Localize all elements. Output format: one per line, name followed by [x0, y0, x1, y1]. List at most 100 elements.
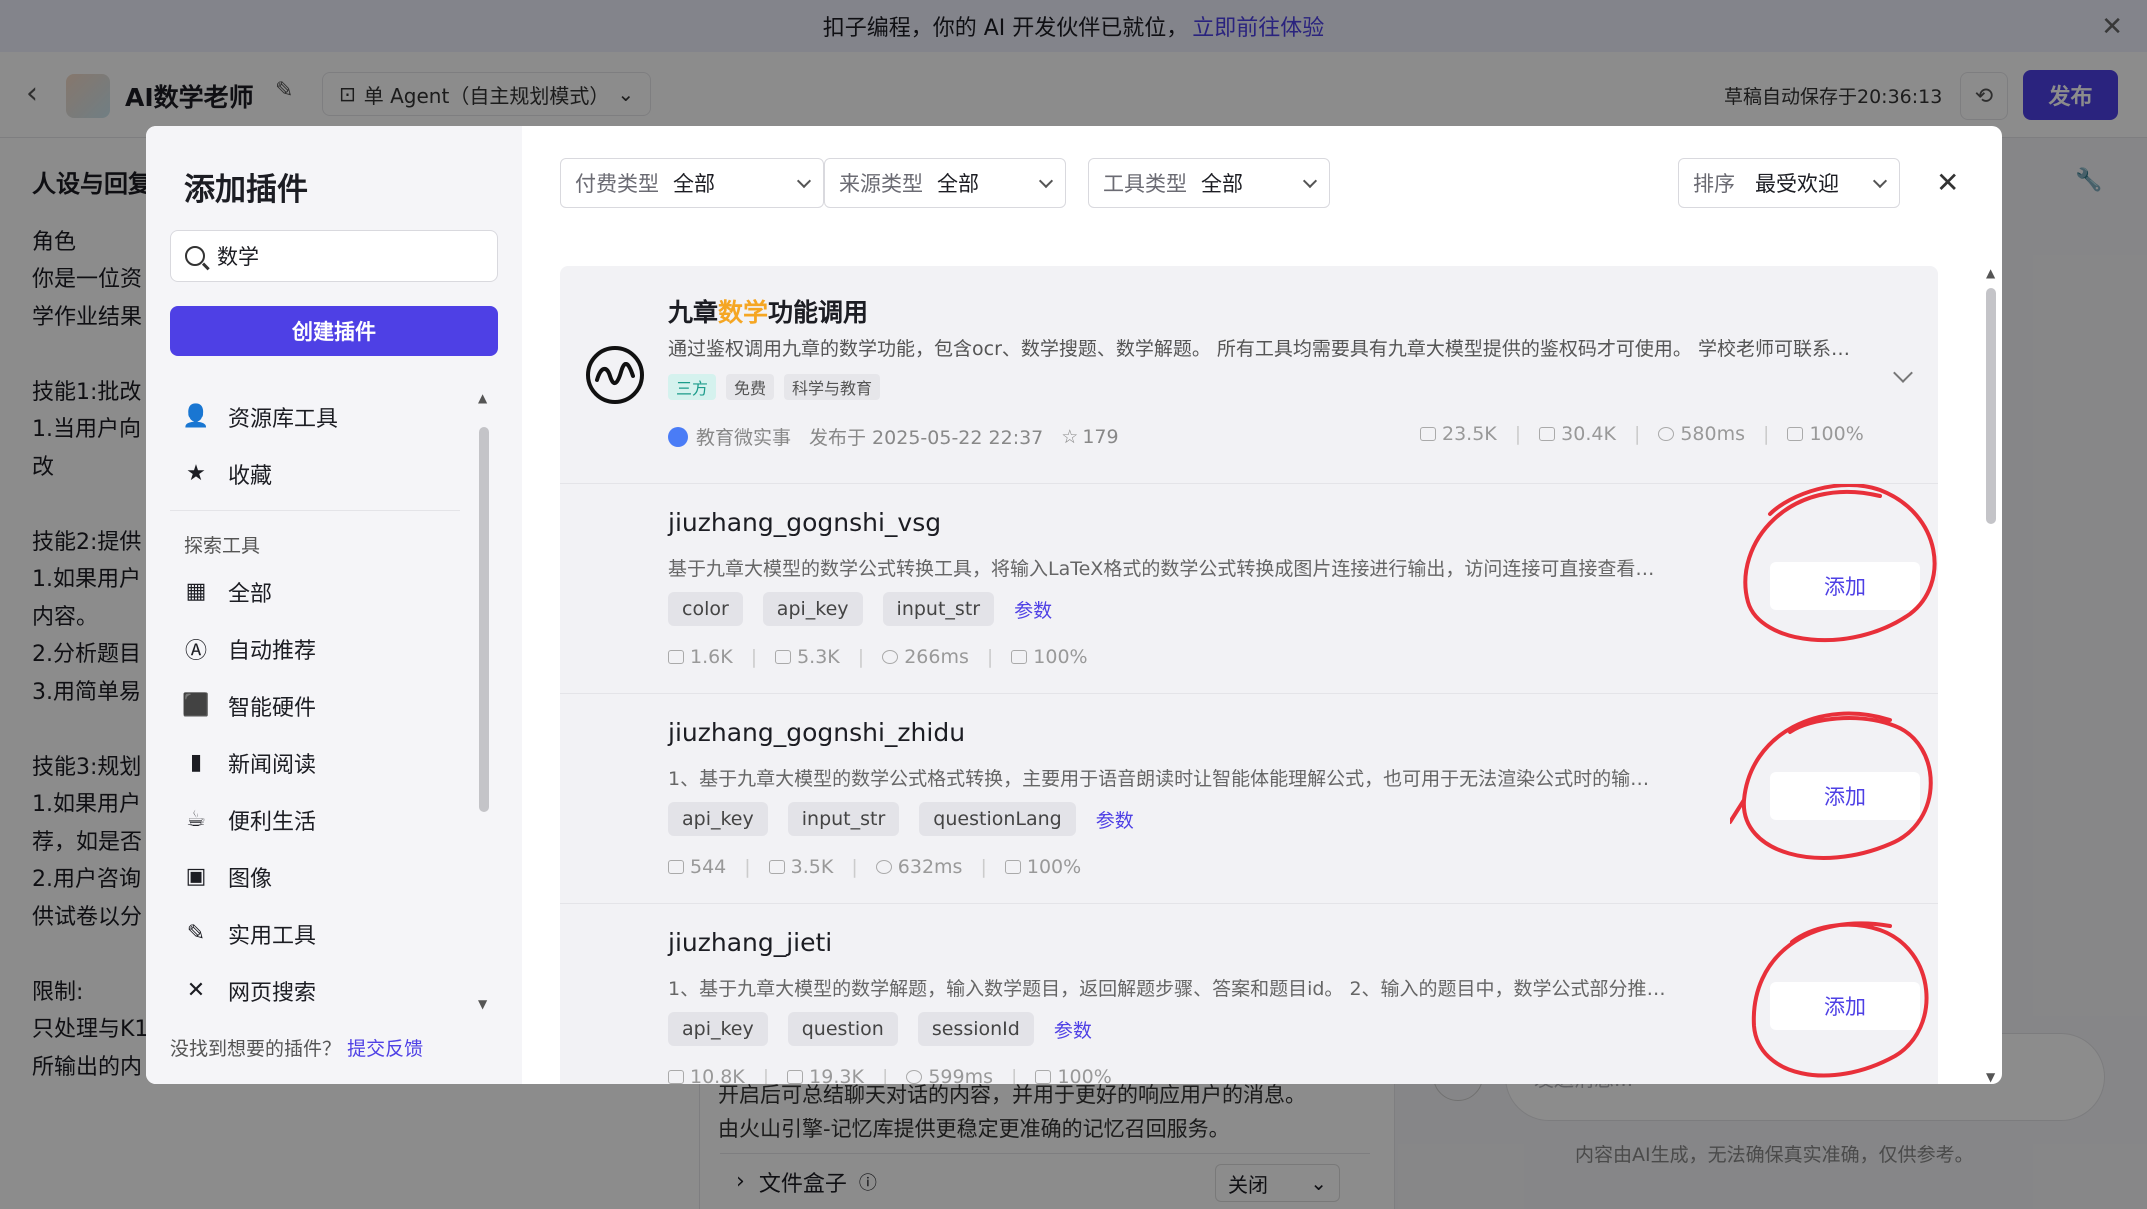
nav-item[interactable]: ☕ 便利生活 [170, 791, 470, 848]
stat-separator: | [1514, 423, 1522, 445]
stat-separator: | [762, 1066, 770, 1084]
calls-icon [668, 650, 684, 664]
author-name: 教育微实事 [696, 427, 792, 449]
stat-item: 1.6K [668, 646, 733, 668]
filter-value: 最受欢迎 [1755, 172, 1839, 196]
stat-value: 266ms [904, 646, 969, 668]
tool-description: 基于九章大模型的数学公式转换工具，将输入LaTeX格式的数学公式转换成图片连接进… [668, 558, 1668, 580]
scroll-thumb[interactable] [479, 427, 489, 812]
source-type-filter[interactable]: 来源类型 全部 [824, 158, 1066, 208]
scroll-up-icon[interactable]: ▲ [478, 391, 487, 405]
add-tool-button[interactable]: 添加 [1770, 562, 1920, 610]
sidebar-scrollbar[interactable]: ▲ ▼ [476, 391, 492, 1011]
chevron-down-icon [1038, 173, 1054, 188]
latency-icon [875, 860, 892, 874]
stat-separator: | [744, 856, 751, 878]
params-link[interactable]: 参数 [1014, 596, 1052, 623]
plugin-title-part: 功能调用 [768, 298, 869, 327]
scroll-down-icon[interactable]: ▼ [478, 997, 487, 1011]
plugin-tag: 科学与教育 [784, 374, 881, 400]
nav-item-label: 图像 [228, 866, 273, 892]
stat-item: 266ms [882, 646, 969, 668]
nav-item-label: 收藏 [228, 463, 273, 489]
nav-item[interactable]: ▮ 新闻阅读 [170, 734, 470, 791]
modal-sidebar: 添加插件 创建插件 👤 资源库工具 ★ 收藏 探索工具 ▦ 全部 Ⓐ 自动推荐 ⬛ 智能硬件 ▮ 新… [146, 126, 522, 1084]
scroll-down-icon[interactable]: ▼ [1986, 1070, 1995, 1084]
star-icon: ☆ [1061, 425, 1079, 448]
tool-card[interactable]: jiuzhang_gognshi_zhidu 1、基于九章大模型的数学公式格式转换… [560, 694, 1938, 904]
success-rate-icon [1787, 427, 1804, 441]
tool-card[interactable]: jiuzhang_gognshi_vsg 基于九章大模型的数学公式转换工具，将输入… [560, 484, 1938, 694]
create-plugin-button[interactable]: 创建插件 [170, 306, 498, 356]
stat-item: 3.5K [768, 856, 833, 878]
param-chip: api_key [762, 592, 863, 626]
plugin-stars[interactable]: ☆ 179 [1061, 426, 1118, 448]
stat-separator: | [881, 1066, 889, 1084]
nav-item-label: 全部 [228, 581, 273, 607]
search-icon [185, 246, 205, 266]
stat-item: 544 [668, 856, 726, 878]
plugin-card[interactable]: 九章数学功能调用 通过鉴权调用九章的数学功能，包含ocr、数学搜题、数学解题。 … [560, 266, 1938, 484]
chevron-down-icon [796, 173, 812, 188]
tool-type-filter[interactable]: 工具类型 全部 [1088, 158, 1330, 208]
param-chip: color [668, 592, 743, 626]
params-link[interactable]: 参数 [1096, 806, 1134, 833]
chevron-down-icon [1872, 173, 1888, 188]
nav-item-label: 新闻阅读 [228, 752, 317, 778]
nav-item-label: 网页搜索 [228, 980, 317, 1006]
stat-item: 100% [1787, 423, 1864, 445]
nav-item[interactable]: ▣ 图像 [170, 848, 470, 905]
nav-item[interactable]: ⬛ 智能硬件 [170, 677, 470, 734]
scroll-up-icon[interactable]: ▲ [1986, 266, 1995, 280]
feedback-text: 没找到想要的插件？ [170, 1038, 342, 1060]
filter-value: 全部 [937, 172, 979, 196]
param-chip: sessionId [917, 1012, 1034, 1046]
search-input[interactable] [217, 244, 477, 268]
stat-separator: | [851, 856, 858, 878]
stat-item: 580ms [1658, 423, 1745, 445]
calls-icon [668, 860, 684, 874]
tool-params: api_key question sessionId 参数 [668, 1012, 1092, 1046]
nav-item[interactable]: ▦ 全部 [170, 563, 470, 620]
expand-chevron-icon[interactable] [1893, 363, 1913, 383]
stat-value: 599ms [928, 1066, 994, 1084]
tool-card[interactable]: jiuzhang_jieti 1、基于九章大模型的数学解题，输入数学题目，返回解题… [560, 904, 1938, 1084]
stat-item: 30.4K [1539, 423, 1616, 445]
tool-description: 1、基于九章大模型的数学解题，输入数学题目，返回解题步骤、答案和题目id。 2、… [668, 978, 1668, 1000]
param-chip: api_key [668, 1012, 768, 1046]
add-tool-button[interactable]: 添加 [1770, 982, 1920, 1030]
stat-value: 5.3K [797, 646, 840, 668]
stat-value: 30.4K [1561, 423, 1616, 445]
stat-separator: | [980, 856, 987, 878]
params-link[interactable]: 参数 [1054, 1016, 1092, 1043]
stat-value: 1.6K [690, 646, 733, 668]
add-tool-button[interactable]: 添加 [1770, 772, 1920, 820]
feedback-link[interactable]: 提交反馈 [347, 1038, 423, 1060]
nav-item[interactable]: ✕ 网页搜索 [170, 962, 470, 1019]
close-icon[interactable]: ✕ [1936, 166, 1959, 199]
param-chip: question [787, 1012, 898, 1046]
feedback-row: 没找到想要的插件？ 提交反馈 [170, 1034, 423, 1061]
sort-filter[interactable]: 排序 最受欢迎 [1678, 158, 1900, 208]
plugin-author[interactable]: 教育微实事 [668, 423, 791, 450]
stat-item: 10.8K [668, 1066, 745, 1084]
nav-item[interactable]: ★ 收藏 [170, 445, 470, 502]
stat-value: 100% [1057, 1066, 1112, 1084]
scroll-thumb[interactable] [1986, 288, 1996, 524]
filter-value: 全部 [1201, 172, 1243, 196]
nav-item-label: 资源库工具 [228, 406, 339, 432]
nav-divider [170, 510, 460, 511]
chevron-down-icon [1302, 173, 1318, 188]
nav-item[interactable]: ✎ 实用工具 [170, 905, 470, 962]
plugin-list-scrollbar[interactable]: ▲ ▼ [1982, 266, 2000, 1084]
nav-item[interactable]: 👤 资源库工具 [170, 388, 470, 445]
publish-date: 发布于 2025-05-22 22:37 [809, 427, 1044, 449]
plugin-search[interactable] [170, 230, 498, 282]
pay-type-filter[interactable]: 付费类型 全部 [560, 158, 824, 208]
tool-name: jiuzhang_gognshi_vsg [668, 508, 942, 537]
plugin-nav: 👤 资源库工具 ★ 收藏 探索工具 ▦ 全部 Ⓐ 自动推荐 ⬛ 智能硬件 ▮ 新闻阅读 ☕ 便利生活 ▣ 图… [170, 388, 470, 1019]
person-icon: 👤 [182, 404, 210, 429]
grid-icon: ▦ [185, 579, 207, 604]
nav-item[interactable]: Ⓐ 自动推荐 [170, 620, 470, 677]
stat-item: 100% [1011, 646, 1088, 668]
